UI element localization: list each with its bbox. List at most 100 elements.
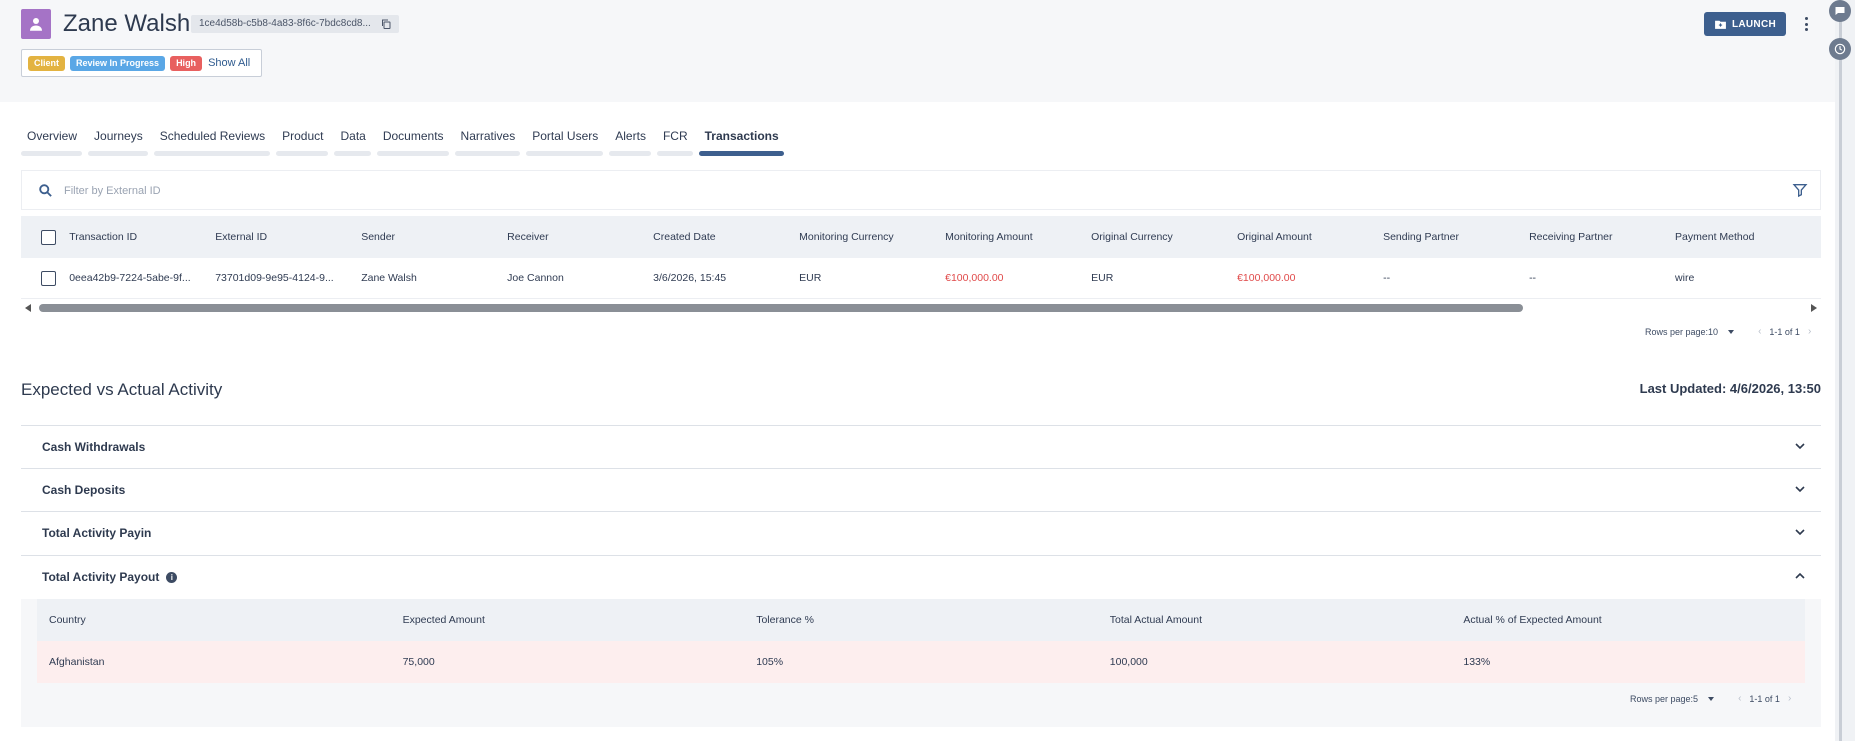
right-rail: [1835, 0, 1855, 741]
tag-client: Client: [28, 55, 66, 71]
column-header[interactable]: Original Amount: [1237, 231, 1383, 243]
external-id-cell: 73701d09-9e95-4124-9...: [215, 272, 334, 284]
last-updated: Last Updated: 4/6/2026, 13:50: [1639, 381, 1821, 396]
select-all-checkbox[interactable]: [41, 229, 56, 245]
accordion-total-activity-payout[interactable]: Total Activity Payout i: [21, 555, 1821, 598]
next-page-icon[interactable]: ›: [1788, 693, 1791, 704]
tab-documents[interactable]: Documents: [376, 126, 449, 156]
sender-cell: Zane Walsh: [361, 272, 417, 284]
table-row[interactable]: 0eea42b9-7224-5abe-9f... 73701d09-9e95-4…: [21, 258, 1821, 299]
actual-amount-cell: 100,000: [1109, 656, 1148, 668]
scroll-left-arrow-icon[interactable]: [25, 304, 31, 312]
copy-icon[interactable]: [380, 18, 392, 30]
launch-button[interactable]: LAUNCH: [1704, 12, 1786, 36]
chevron-down-icon: [1795, 486, 1805, 493]
transactions-pagination: Rows per page: 10 ‹ 1-1 of 1 ›: [1645, 326, 1819, 337]
original-amount-cell: €100,000.00: [1237, 272, 1296, 284]
horizontal-scrollbar[interactable]: [21, 303, 1821, 313]
tab-product[interactable]: Product: [276, 126, 329, 156]
client-id-chip: 1ce4d58b-c5b8-4a83-8f6c-7bdc8cd8...: [191, 15, 399, 33]
history-icon[interactable]: [1829, 38, 1851, 60]
accordion-label: Cash Withdrawals: [42, 440, 146, 454]
actual-percent-cell: 133%: [1463, 656, 1491, 668]
next-page-icon[interactable]: ›: [1808, 326, 1811, 337]
table-row: Afghanistan 75,000 105% 100,000 133%: [37, 641, 1805, 683]
tab-overview[interactable]: Overview: [21, 126, 83, 156]
tab-scheduled-reviews[interactable]: Scheduled Reviews: [153, 126, 271, 156]
column-header[interactable]: Transaction ID: [69, 231, 215, 243]
tab-data[interactable]: Data: [334, 126, 371, 156]
tag-risk: High: [170, 55, 203, 71]
accordion-label: Cash Deposits: [42, 483, 126, 497]
client-id-text: 1ce4d58b-c5b8-4a83-8f6c-7bdc8cd8...: [199, 18, 371, 29]
column-header[interactable]: External ID: [215, 231, 361, 243]
avatar: [21, 9, 51, 39]
payout-panel: Country Expected Amount Tolerance % Tota…: [21, 599, 1821, 727]
person-icon: [30, 18, 42, 31]
column-header[interactable]: Sending Partner: [1383, 231, 1529, 243]
rows-per-page-select[interactable]: 5: [1693, 694, 1698, 704]
show-all-link[interactable]: Show All: [208, 57, 250, 69]
tab-portal-users[interactable]: Portal Users: [526, 126, 604, 156]
client-header: Zane Walsh 1ce4d58b-c5b8-4a83-8f6c-7bdc8…: [0, 0, 1835, 102]
accordion-total-activity-payin[interactable]: Total Activity Payin: [21, 511, 1821, 554]
rows-per-page-label: Rows per page:: [1645, 326, 1709, 337]
chevron-down-icon[interactable]: [1728, 329, 1735, 334]
column-header[interactable]: Created Date: [653, 231, 799, 243]
receiving-partner-cell: --: [1529, 272, 1537, 284]
chevron-down-icon: [1795, 443, 1805, 450]
payment-method-cell: wire: [1675, 272, 1695, 284]
table-header-row: Transaction ID External ID Sender Receiv…: [21, 216, 1821, 258]
created-date-cell: 3/6/2026, 15:45: [653, 272, 727, 284]
accordion-cash-withdrawals[interactable]: Cash Withdrawals: [21, 425, 1821, 468]
transactions-table: Transaction ID External ID Sender Receiv…: [21, 216, 1821, 299]
column-header[interactable]: Monitoring Currency: [799, 231, 945, 243]
chevron-down-icon[interactable]: [1708, 696, 1715, 701]
chat-icon[interactable]: [1829, 0, 1851, 22]
rows-per-page-select[interactable]: 10: [1708, 327, 1718, 337]
column-header[interactable]: Payment Method: [1675, 231, 1821, 243]
tag-review-status: Review In Progress: [70, 55, 166, 71]
column-header: Tolerance %: [756, 614, 814, 626]
accordion-cash-deposits[interactable]: Cash Deposits: [21, 468, 1821, 511]
client-name: Zane Walsh: [63, 10, 191, 37]
section-title: Expected vs Actual Activity: [21, 380, 223, 399]
filter-funnel-icon[interactable]: [1792, 182, 1808, 198]
prev-page-icon[interactable]: ‹: [1758, 326, 1761, 337]
chevron-down-icon: [1795, 529, 1805, 536]
external-id-filter-input[interactable]: [64, 181, 464, 201]
page-range: 1-1 of 1: [1749, 693, 1780, 704]
column-header[interactable]: Monitoring Amount: [945, 231, 1091, 243]
accordion-label: Total Activity Payout: [42, 570, 160, 584]
scrollbar-thumb[interactable]: [39, 304, 1523, 312]
column-header[interactable]: Sender: [361, 231, 507, 243]
chevron-up-icon: [1795, 572, 1805, 579]
table-header-row: Country Expected Amount Tolerance % Tota…: [37, 599, 1805, 641]
row-checkbox[interactable]: [41, 270, 56, 286]
tab-transactions[interactable]: Transactions: [698, 126, 784, 156]
folder-add-icon: [1715, 20, 1726, 29]
search-icon: [39, 184, 52, 197]
more-options-icon[interactable]: [1800, 14, 1812, 34]
page-range: 1-1 of 1: [1769, 326, 1800, 337]
original-currency-cell: EUR: [1091, 272, 1114, 284]
monitoring-currency-cell: EUR: [799, 272, 822, 284]
scroll-right-arrow-icon[interactable]: [1811, 304, 1817, 312]
tab-alerts[interactable]: Alerts: [609, 126, 651, 156]
tab-journeys[interactable]: Journeys: [88, 126, 148, 156]
launch-label: LAUNCH: [1731, 18, 1777, 30]
column-header[interactable]: Receiver: [507, 231, 653, 243]
info-icon[interactable]: i: [166, 571, 178, 583]
receiver-cell: Joe Cannon: [507, 272, 564, 284]
accordion-label: Total Activity Payin: [42, 526, 152, 540]
column-header: Total Actual Amount: [1109, 614, 1203, 626]
transaction-id-cell: 0eea42b9-7224-5abe-9f...: [69, 272, 191, 284]
monitoring-amount-cell: €100,000.00: [945, 272, 1004, 284]
tab-bar: Overview Journeys Scheduled Reviews Prod…: [21, 126, 790, 156]
column-header[interactable]: Receiving Partner: [1529, 231, 1675, 243]
prev-page-icon[interactable]: ‹: [1738, 693, 1741, 704]
column-header: Country: [49, 614, 86, 626]
column-header[interactable]: Original Currency: [1091, 231, 1237, 243]
tab-narratives[interactable]: Narratives: [454, 126, 521, 156]
tab-fcr[interactable]: FCR: [656, 126, 693, 156]
